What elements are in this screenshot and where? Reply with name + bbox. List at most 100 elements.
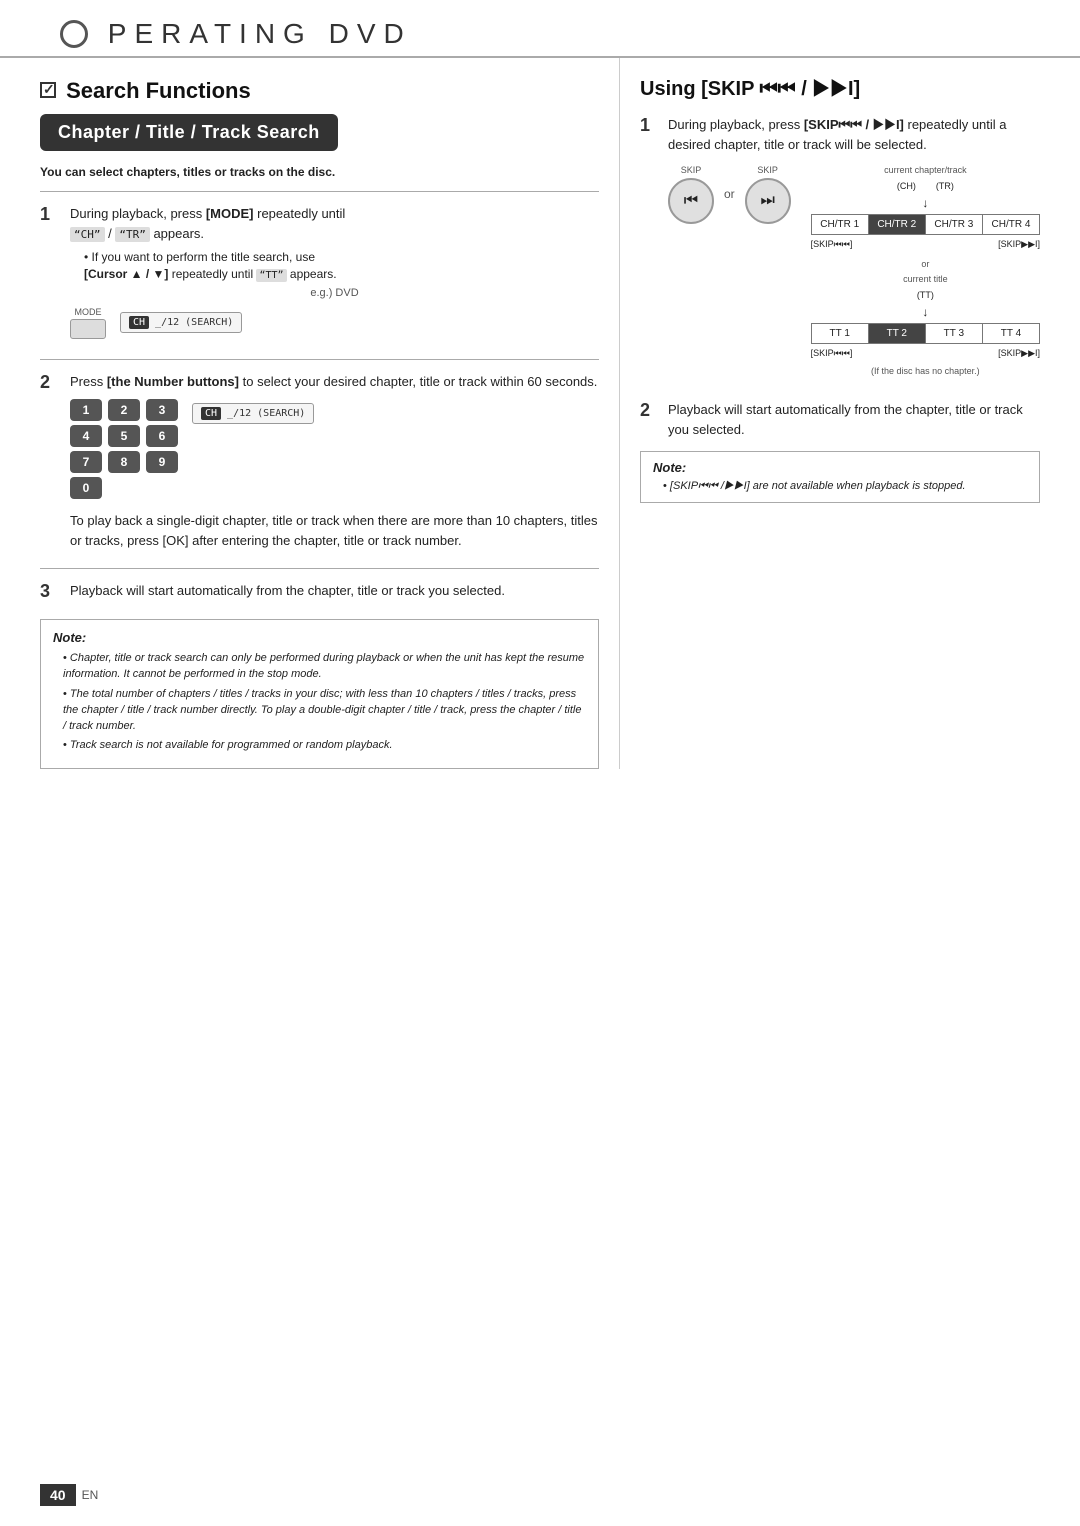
subtitle-text: You can select chapters, titles or track… [40, 165, 335, 179]
step-2-content: Press [the Number buttons] to select you… [70, 372, 599, 557]
step-1-text: During playback, press [MODE] repeatedly… [70, 204, 599, 243]
num-row-0: 0 [70, 477, 178, 499]
ch-tr-1: CH/TR 1 [811, 215, 868, 235]
step-1-illustration: MODE CH _/12 (SEARCH) [70, 307, 599, 339]
right-note-title: Note: [653, 460, 1027, 475]
current-chapter-label: current chapter/track [811, 164, 1040, 178]
ch-tr-3: CH/TR 3 [925, 215, 982, 235]
right-section-title: Using [SKIP ⏮⏮ / ▶▶I] [640, 78, 1040, 101]
ch-tr-4: CH/TR 4 [982, 215, 1039, 235]
right-step-2-text: Playback will start automatically from t… [668, 400, 1040, 439]
num-btn-1: 1 [70, 399, 102, 421]
right-step-2: 2 Playback will start automatically from… [640, 400, 1040, 439]
num-btn-0: 0 [70, 477, 102, 499]
step-2-text: Press [the Number buttons] to select you… [70, 372, 599, 392]
right-note-box: Note: [SKIP⏮⏮ /▶▶I] are not available wh… [640, 451, 1040, 503]
num-btn-3: 3 [146, 399, 178, 421]
skip-right-label: SKIP [757, 164, 778, 178]
skip-left-btn: ⏮ [668, 178, 714, 224]
right-step-2-number: 2 [640, 400, 658, 421]
mode-button-box: MODE [70, 307, 106, 339]
step-1-number: 1 [40, 204, 60, 225]
search-banner: Chapter / Title / Track Search [40, 114, 338, 151]
step-3-number: 3 [40, 581, 60, 602]
page-lang: EN [82, 1488, 99, 1502]
ch-tr-table: CH/TR 1 CH/TR 2 CH/TR 3 CH/TR 4 [811, 214, 1040, 235]
num-btn-8: 8 [108, 451, 140, 473]
ch-tr-labels: (CH)(TR) [811, 180, 1040, 194]
screen-text-1: _/12 (SEARCH) [155, 317, 233, 328]
number-buttons-grid: 1 2 3 4 5 6 7 8 9 [70, 399, 178, 503]
screen-display-1: CH _/12 (SEARCH) [120, 312, 242, 333]
eg-label: e.g.) DVD [70, 287, 599, 299]
section-subtitle: You can select chapters, titles or track… [40, 165, 599, 179]
mode-btn-icon [70, 319, 106, 339]
tt-bracket-labels: [SKIP⏮⏮] [SKIP▶▶I] [811, 347, 1040, 361]
divider-2 [40, 359, 599, 360]
page-footer: 40 EN [40, 1484, 98, 1506]
num-row-3: 7 8 9 [70, 451, 178, 473]
skip-left-box: SKIP ⏮ [668, 164, 714, 224]
skip-buttons-illustration: SKIP ⏮ or SKIP ⏭ [668, 164, 791, 224]
skip-bracket-labels: [SKIP⏮⏮] [SKIP▶▶I] [811, 238, 1040, 252]
screen-highlight-2: CH [201, 407, 221, 420]
left-column: Search Functions Chapter / Title / Track… [40, 58, 620, 769]
o-circle-icon [60, 20, 88, 48]
page-number: 40 [40, 1484, 76, 1506]
num-btn-2: 2 [108, 399, 140, 421]
tt-2-highlight: TT 2 [868, 324, 925, 344]
tt-4: TT 4 [982, 324, 1039, 344]
down-arrow-ch: ↓ [811, 194, 1040, 212]
step-1-sub1: If you want to perform the title search,… [70, 249, 599, 283]
divider-3 [40, 568, 599, 569]
num-btn-9: 9 [146, 451, 178, 473]
num-row-1: 1 2 3 [70, 399, 178, 421]
left-note-bullet-3: Track search is not available for progra… [53, 738, 586, 754]
tt-3: TT 3 [925, 324, 982, 344]
left-note-box: Note: Chapter, title or track search can… [40, 619, 599, 770]
ch-tr-2-highlight: CH/TR 2 [868, 215, 925, 235]
skip-right-box: SKIP ⏭ [745, 164, 791, 224]
skip-buttons-row: SKIP ⏮ or SKIP ⏭ [668, 164, 791, 224]
mode-label: MODE [75, 307, 102, 317]
current-title-label: current title [811, 273, 1040, 287]
step-2: 2 Press [the Number buttons] to select y… [40, 372, 599, 557]
step-1-content: During playback, press [MODE] repeatedly… [70, 204, 599, 347]
right-column: Using [SKIP ⏮⏮ / ▶▶I] 1 During playback,… [640, 58, 1040, 769]
left-note-bullet-1: Chapter, title or track search can only … [53, 651, 586, 683]
skip-diagram-area: SKIP ⏮ or SKIP ⏭ cur [668, 164, 1040, 378]
disc-note: (If the disc has no chapter.) [811, 365, 1040, 379]
banner-text: Chapter / Title / Track Search [58, 122, 320, 142]
step-2-number: 2 [40, 372, 60, 393]
header-title: PERATING DVD [60, 18, 412, 50]
right-note-bullet: [SKIP⏮⏮ /▶▶I] are not available when pla… [653, 479, 1027, 494]
step-3-content: Playback will start automatically from t… [70, 581, 599, 607]
tt-table: TT 1 TT 2 TT 3 TT 4 [811, 323, 1040, 344]
num-btn-7: 7 [70, 451, 102, 473]
section-title-text: Search Functions [66, 78, 251, 103]
section-title: Search Functions [40, 78, 599, 104]
or-label: or [811, 258, 1040, 272]
down-arrow-tt: ↓ [811, 303, 1040, 321]
right-step-1: 1 During playback, press [SKIP⏮⏮ / ▶▶I] … [640, 115, 1040, 388]
screen-highlight: CH [129, 316, 149, 329]
num-row-2: 4 5 6 [70, 425, 178, 447]
checkbox-icon [40, 82, 56, 98]
or-text: or [724, 185, 735, 203]
step-2-note-text: To play back a single-digit chapter, tit… [70, 511, 599, 550]
skip-left-label: SKIP [681, 164, 702, 178]
num-btn-5: 5 [108, 425, 140, 447]
step-3: 3 Playback will start automatically from… [40, 581, 599, 607]
screen-text-2: _/12 (SEARCH) [227, 408, 305, 419]
step-2-illustration: 1 2 3 4 5 6 7 8 9 [70, 399, 599, 503]
step-1: 1 During playback, press [MODE] repeated… [40, 204, 599, 347]
right-step-1-text: During playback, press [SKIP⏮⏮ / ▶▶I] re… [668, 115, 1040, 154]
page-header: PERATING DVD [0, 0, 1080, 58]
skip-right-btn: ⏭ [745, 178, 791, 224]
num-btn-6: 6 [146, 425, 178, 447]
left-note-title: Note: [53, 630, 586, 645]
main-content: Search Functions Chapter / Title / Track… [0, 58, 1080, 769]
tt-label: (TT) [811, 289, 1040, 303]
right-step-1-content: During playback, press [SKIP⏮⏮ / ▶▶I] re… [668, 115, 1040, 388]
divider [40, 191, 599, 192]
